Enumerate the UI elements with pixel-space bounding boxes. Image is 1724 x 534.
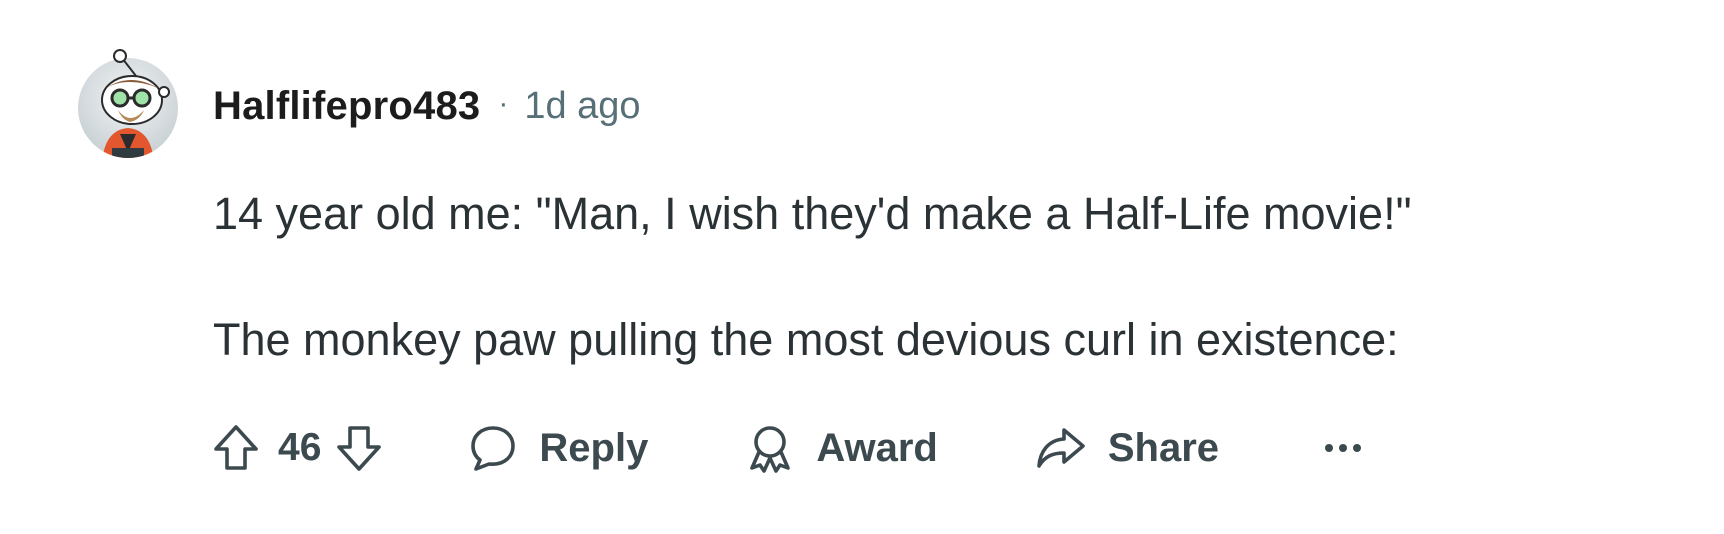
share-arrow-icon (1037, 428, 1085, 468)
user-avatar[interactable] (72, 48, 184, 160)
comment-paragraph: The monkey paw pulling the most devious … (213, 314, 1399, 365)
comment-author[interactable]: Halflifepro483 (213, 84, 480, 129)
comment: Halflifepro483 · 1d ago 14 year old me: … (0, 0, 1724, 534)
comment-action-bar: 46 Reply Award Share (208, 416, 1371, 480)
comment-timestamp[interactable]: 1d ago (524, 85, 640, 128)
ellipsis-icon (1325, 444, 1362, 452)
vote-count: 46 (278, 426, 322, 469)
comment-header: Halflifepro483 · 1d ago (213, 78, 641, 134)
arrow-up-icon (214, 425, 258, 470)
speech-bubble-icon (471, 426, 516, 471)
meta-separator: · (498, 87, 509, 120)
arrow-down-icon (337, 426, 382, 471)
more-options-button[interactable] (1315, 420, 1371, 476)
comment-paragraph: 14 year old me: "Man, I wish they'd make… (213, 188, 1412, 239)
share-label: Share (1107, 425, 1220, 470)
award-button[interactable]: Award (744, 422, 938, 474)
snoo-avatar-icon (78, 49, 178, 158)
downvote-button[interactable] (331, 420, 387, 476)
reply-button[interactable]: Reply (467, 422, 648, 474)
award-ribbon-icon (750, 426, 791, 473)
upvote-button[interactable] (208, 420, 264, 476)
reply-label: Reply (539, 425, 649, 470)
share-button[interactable]: Share (1034, 422, 1219, 474)
comment-body: 14 year old me: "Man, I wish they'd make… (213, 186, 1693, 368)
award-label: Award (816, 425, 938, 470)
